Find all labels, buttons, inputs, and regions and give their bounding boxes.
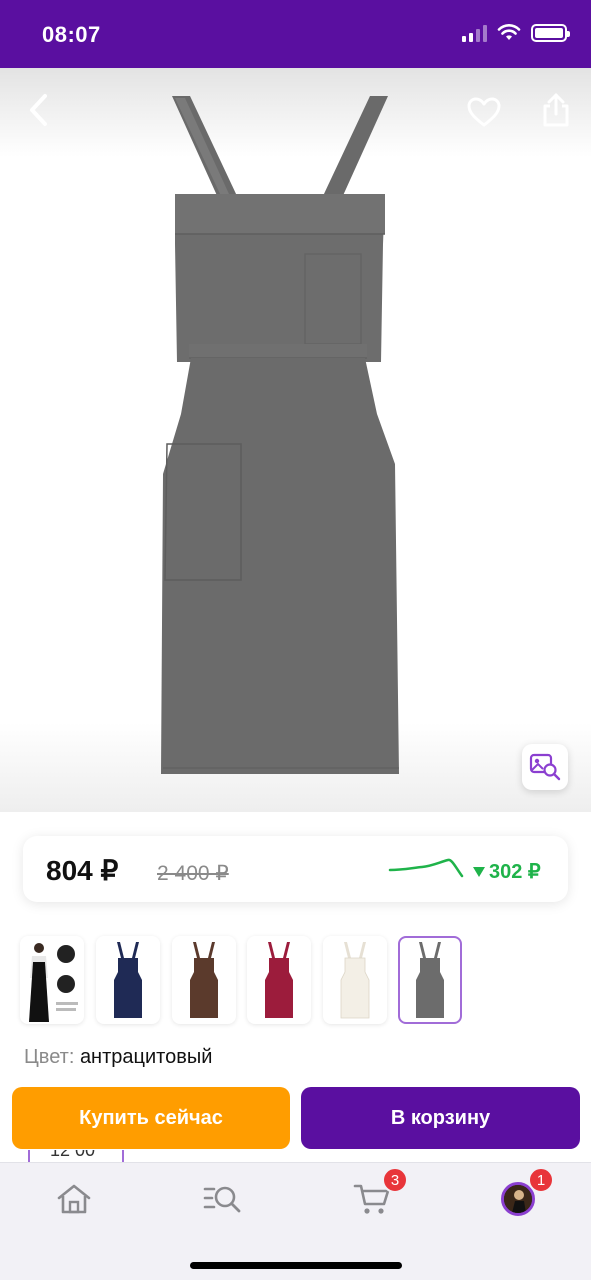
old-price: 2 400 ₽ [157, 862, 229, 885]
share-icon [543, 93, 569, 127]
home-icon [57, 1184, 91, 1214]
status-bar: 08:07 [0, 0, 591, 68]
current-price: 804 ₽ [46, 855, 119, 886]
apron-white-image [340, 942, 370, 1019]
chevron-left-icon [30, 94, 47, 126]
price-drop-value: 302 ₽ [489, 861, 541, 883]
variant-thumb-promo[interactable] [20, 936, 84, 1024]
color-value: антрацитовый [79, 1046, 213, 1068]
back-button[interactable] [18, 90, 58, 130]
variant-thumb-navy[interactable] [96, 936, 160, 1024]
price-trend-icon [388, 858, 464, 878]
add-to-cart-button[interactable]: В корзину [301, 1087, 580, 1149]
variant-thumb-brown[interactable] [172, 936, 236, 1024]
color-label: Цвет: [24, 1046, 75, 1068]
status-icons [462, 24, 570, 42]
heart-icon [467, 97, 501, 127]
apron-brown-image [190, 942, 218, 1018]
cart-badge: 3 [382, 1167, 408, 1193]
tab-home[interactable] [52, 1179, 96, 1219]
profile-badge: 1 [528, 1167, 554, 1193]
buy-now-button[interactable]: Купить сейчас [12, 1087, 290, 1149]
color-variants [20, 936, 480, 1024]
product-image-gallery[interactable] [0, 68, 591, 812]
favorite-button[interactable] [462, 90, 506, 134]
arrow-down-icon [473, 866, 485, 877]
tab-profile[interactable]: 1 [496, 1167, 554, 1219]
color-line: Цвет: антрацитовый [24, 1046, 212, 1069]
variant-thumb-burgundy[interactable] [247, 936, 311, 1024]
apron-navy-image [114, 942, 142, 1018]
image-search-icon [529, 753, 561, 781]
avatar-image [504, 1185, 532, 1213]
apron-burgundy-image [265, 942, 293, 1018]
price-card[interactable]: 804 ₽ 2 400 ₽ 302 ₽ [23, 836, 568, 902]
tab-cart[interactable]: 3 [350, 1167, 408, 1219]
battery-icon [531, 24, 570, 42]
status-time: 08:07 [42, 22, 101, 47]
share-button[interactable] [534, 88, 578, 132]
wifi-icon [497, 24, 521, 40]
product-photo-apron [161, 96, 399, 774]
promo-image [29, 943, 78, 1022]
signal-icon [462, 24, 487, 42]
apron-anthracite-image [416, 942, 444, 1018]
price-drop: 302 ₽ [473, 859, 541, 884]
catalog-search-icon [203, 1186, 241, 1213]
home-indicator [190, 1262, 402, 1269]
variant-thumb-white[interactable] [323, 936, 387, 1024]
visual-search-button[interactable] [522, 744, 568, 790]
variant-thumb-anthracite[interactable] [398, 936, 462, 1024]
partially-hidden-text: 12 00 [50, 1150, 96, 1160]
tab-catalog-search[interactable] [200, 1179, 244, 1219]
